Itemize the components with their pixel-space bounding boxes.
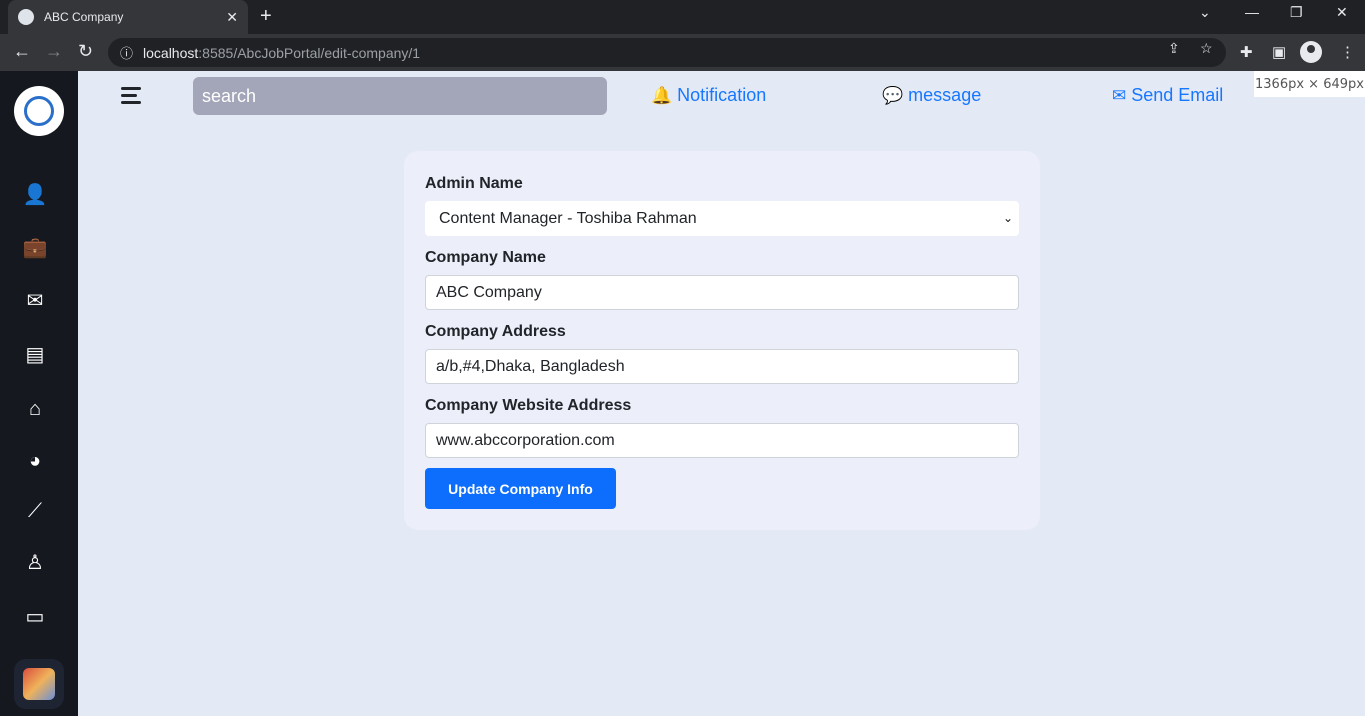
briefcase-clock-icon[interactable]: 💼 (22, 236, 48, 260)
company-name-label: Company Name (425, 249, 546, 266)
chart-pie-icon[interactable]: ◕ (22, 449, 48, 473)
company-website-value: www.abccorporation.com (436, 431, 615, 449)
site-info-icon[interactable]: ⓘ (120, 43, 133, 62)
edit-company-form: Admin Name Content Manager - Toshiba Rah… (404, 151, 1040, 530)
search-input[interactable] (193, 77, 607, 115)
company-website-input[interactable]: www.abccorporation.com (425, 423, 1019, 458)
tab-close-icon[interactable]: ✕ (226, 9, 238, 26)
profile-icon[interactable] (1300, 41, 1322, 63)
company-name-value: ABC Company (436, 283, 542, 301)
favicon-icon (18, 9, 34, 25)
address-bar[interactable]: ⓘ localhost:8585/AbcJobPortal/edit-compa… (108, 38, 1226, 67)
browser-tab[interactable]: ABC Company ✕ (8, 0, 248, 34)
address-card-icon[interactable]: ▭ (22, 605, 48, 629)
notification-link[interactable]: 🔔 Notification (651, 85, 766, 106)
company-address-value: a/b,#4,Dhaka, Bangladesh (436, 357, 625, 375)
company-address-label: Company Address (425, 323, 566, 340)
user-tie-icon[interactable]: ♙ (22, 551, 48, 575)
comments-icon: 💬 (882, 85, 904, 105)
share-icon[interactable]: ⇪ (1168, 40, 1180, 57)
forward-icon[interactable]: → (45, 42, 63, 60)
send-email-link[interactable]: ✉ Send Email (1112, 85, 1223, 106)
envelope-check-icon: ✉ (1112, 85, 1127, 105)
admin-name-select[interactable]: Content Manager - Toshiba Rahman ⌄ (425, 201, 1019, 236)
tab-search-icon[interactable]: ⌄ (1199, 4, 1211, 21)
extensions-icon[interactable]: ✚ (1240, 43, 1253, 61)
back-icon[interactable]: ← (13, 42, 31, 60)
avatar-image (23, 668, 55, 700)
url-path: :8585/AbcJobPortal/edit-company/1 (198, 44, 421, 61)
notification-label: Notification (677, 85, 767, 105)
url-host: localhost (143, 44, 199, 61)
update-company-button[interactable]: Update Company Info (425, 468, 616, 509)
reload-icon[interactable]: ↻ (78, 42, 93, 60)
message-link[interactable]: 💬 message (882, 85, 981, 106)
restore-icon[interactable]: ❐ (1290, 4, 1303, 21)
envelope-check-icon[interactable]: ✉ (22, 289, 48, 313)
logo-mark-icon (24, 96, 54, 126)
chalkboard-user-icon[interactable]: ▤ (22, 343, 48, 367)
tab-title: ABC Company (44, 10, 124, 24)
close-window-icon[interactable]: ✕ (1336, 4, 1348, 21)
minimize-icon[interactable]: — (1245, 4, 1259, 20)
company-name-input[interactable]: ABC Company (425, 275, 1019, 310)
browser-tab-strip: ABC Company ✕ + ⌄ — ❐ ✕ (0, 0, 1365, 34)
user-shield-icon[interactable]: 👤 (22, 183, 48, 207)
hamburger-menu-icon[interactable] (121, 87, 141, 108)
bookmark-star-icon[interactable]: ☆ (1200, 40, 1213, 57)
bell-icon: 🔔 (651, 85, 673, 105)
chevron-down-icon: ⌄ (1002, 211, 1013, 225)
admin-name-value: Content Manager - Toshiba Rahman (439, 209, 697, 227)
message-label: message (908, 85, 982, 105)
send-email-label: Send Email (1131, 85, 1224, 105)
side-panel-icon[interactable]: ▣ (1272, 43, 1286, 61)
company-address-input[interactable]: a/b,#4,Dhaka, Bangladesh (425, 349, 1019, 384)
sidebar: 👤 💼 ✉ ▤ ⌂ ◕ ⟋ ♙ ▭ (0, 71, 78, 716)
chart-line-icon[interactable]: ⟋ (22, 499, 48, 523)
menu-kebab-icon[interactable]: ⋮ (1340, 43, 1355, 61)
app-logo[interactable] (14, 86, 64, 136)
user-avatar[interactable] (14, 659, 64, 709)
viewport-size-badge: 1366px × 649px (1254, 71, 1365, 97)
browser-toolbar: ← → ↻ ⓘ localhost:8585/AbcJobPortal/edit… (0, 34, 1365, 71)
company-website-label: Company Website Address (425, 397, 632, 414)
admin-name-label: Admin Name (425, 175, 523, 192)
house-laptop-icon[interactable]: ⌂ (22, 397, 48, 421)
new-tab-icon[interactable]: + (260, 6, 272, 26)
